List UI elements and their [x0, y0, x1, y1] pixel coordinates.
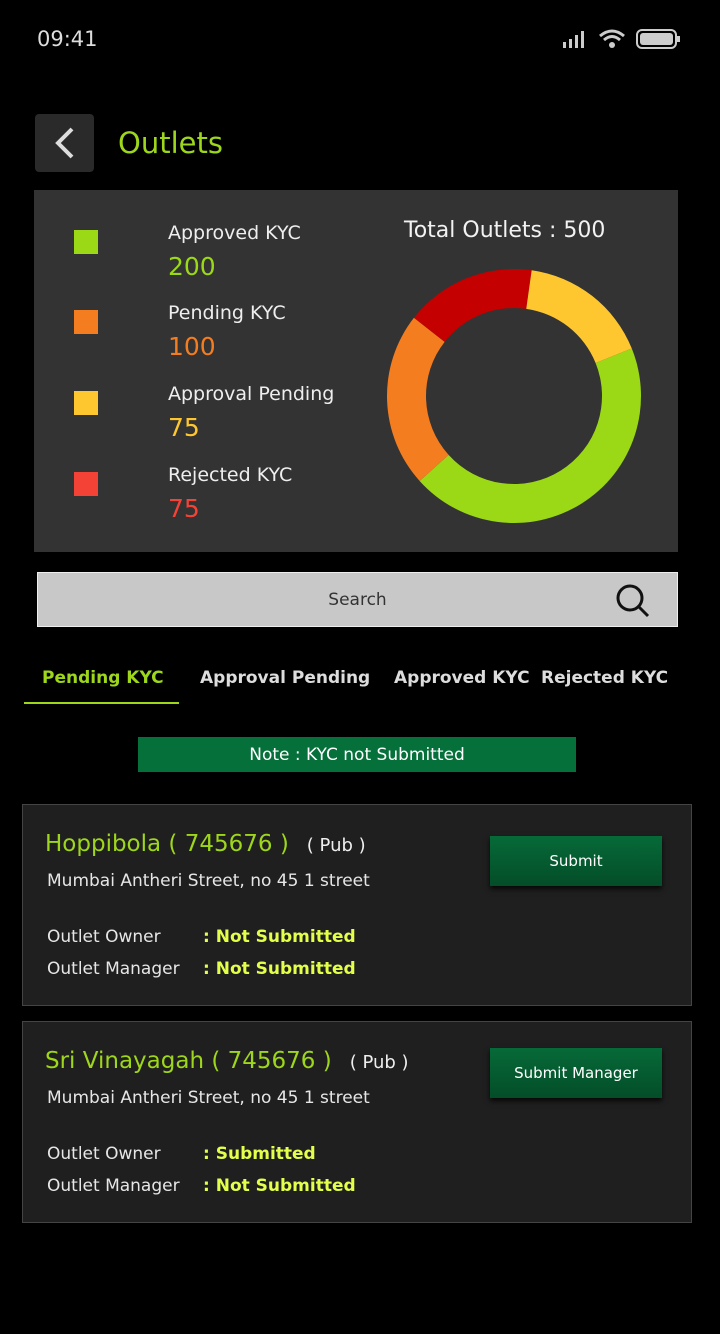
- legend-swatch: [74, 472, 98, 496]
- note-banner: Note : KYC not Submitted: [138, 737, 576, 772]
- outlet-type: ( Pub ): [349, 1052, 409, 1073]
- outlet-name: Hoppibola ( 745676 ) ( Pub ): [45, 831, 366, 857]
- search-placeholder: Search: [328, 589, 387, 610]
- owner-label: Outlet Owner: [47, 927, 161, 947]
- owner-status: : Submitted: [203, 1144, 316, 1164]
- outlet-address: Mumbai Antheri Street, no 45 1 street: [47, 1088, 370, 1108]
- page-title: Outlets: [118, 126, 223, 160]
- legend-label: Approved KYC: [168, 222, 301, 244]
- donut-slice-approval-pending: [526, 270, 632, 364]
- legend-value: 75: [168, 413, 200, 442]
- outlet-card[interactable]: Sri Vinayagah ( 745676 ) ( Pub ) Mumbai A…: [22, 1021, 692, 1223]
- outlet-name-text: Hoppibola ( 745676 ): [45, 831, 289, 857]
- donut-slice-pending-kyc: [387, 317, 449, 481]
- legend-value: 75: [168, 494, 200, 523]
- legend-swatch: [74, 230, 98, 254]
- tab-approved-kyc[interactable]: Approved KYC: [394, 668, 530, 688]
- outlet-name: Sri Vinayagah ( 745676 ) ( Pub ): [45, 1048, 409, 1074]
- kyc-tabs: Pending KYC Approval Pending Approved KY…: [24, 660, 704, 704]
- donut-slice-rejected-kyc: [413, 269, 532, 342]
- manager-label: Outlet Manager: [47, 959, 180, 979]
- wifi-icon: [599, 29, 625, 48]
- manager-status: : Not Submitted: [203, 1176, 356, 1196]
- signal-icon: [563, 31, 584, 48]
- submit-manager-button[interactable]: Submit Manager: [490, 1048, 662, 1098]
- owner-label: Outlet Owner: [47, 1144, 161, 1164]
- tab-pending-kyc[interactable]: Pending KYC: [42, 668, 164, 688]
- donut-slice-approved-kyc: [419, 348, 641, 523]
- owner-status-row: Outlet Owner : Submitted: [47, 1144, 316, 1164]
- outlet-type: ( Pub ): [306, 835, 366, 856]
- legend-label: Pending KYC: [168, 302, 286, 324]
- legend-swatch: [74, 391, 98, 415]
- total-outlets: Total Outlets : 500: [404, 218, 606, 243]
- tab-rejected-kyc[interactable]: Rejected KYC: [541, 668, 668, 688]
- outlet-card[interactable]: Hoppibola ( 745676 ) ( Pub ) Mumbai Anthe…: [22, 804, 692, 1006]
- outlet-name-text: Sri Vinayagah ( 745676 ): [45, 1048, 332, 1074]
- search-input[interactable]: Search: [37, 572, 678, 627]
- owner-status: : Not Submitted: [203, 927, 356, 947]
- search-icon[interactable]: [615, 583, 651, 619]
- legend-value: 100: [168, 332, 216, 361]
- legend-swatch: [74, 310, 98, 334]
- submit-button[interactable]: Submit: [490, 836, 662, 886]
- kyc-donut-chart: [387, 269, 641, 523]
- status-icons: [562, 28, 682, 50]
- manager-label: Outlet Manager: [47, 1176, 180, 1196]
- legend-label: Rejected KYC: [168, 464, 293, 486]
- tab-approval-pending[interactable]: Approval Pending: [200, 668, 370, 688]
- legend-label: Approval Pending: [168, 383, 335, 405]
- back-button[interactable]: [35, 114, 94, 172]
- kyc-summary-card: Approved KYC 200 Pending KYC 100 Approval …: [34, 190, 678, 552]
- battery-icon: [636, 29, 680, 49]
- outlet-address: Mumbai Antheri Street, no 45 1 street: [47, 871, 370, 891]
- status-time: 09:41: [37, 27, 98, 51]
- manager-status-row: Outlet Manager : Not Submitted: [47, 1176, 356, 1196]
- active-tab-indicator: [24, 702, 179, 704]
- owner-status-row: Outlet Owner : Not Submitted: [47, 927, 356, 947]
- manager-status: : Not Submitted: [203, 959, 356, 979]
- chevron-left-icon: [54, 127, 73, 159]
- legend-value: 200: [168, 252, 216, 281]
- manager-status-row: Outlet Manager : Not Submitted: [47, 959, 356, 979]
